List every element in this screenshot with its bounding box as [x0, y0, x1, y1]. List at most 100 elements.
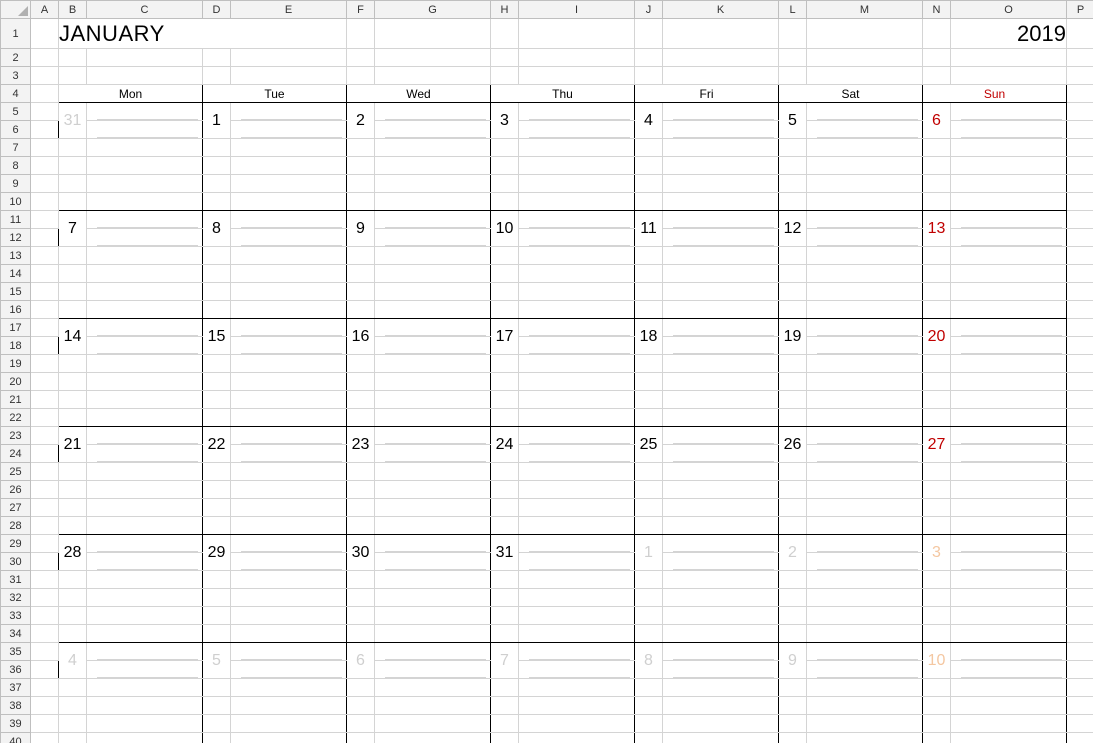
column-header-row[interactable]: A B C D E F G H I J K L M N O P [1, 1, 1093, 19]
calendar-cell[interactable] [59, 679, 87, 697]
calendar-cell[interactable] [375, 103, 491, 121]
row-header-2[interactable]: 2 [1, 49, 31, 67]
col-N[interactable]: N [923, 1, 951, 19]
row-header-38[interactable]: 38 [1, 697, 31, 715]
calendar-cell[interactable] [779, 283, 807, 301]
cell[interactable] [1067, 139, 1093, 157]
calendar-cell[interactable] [807, 697, 923, 715]
calendar-cell[interactable] [807, 715, 923, 733]
calendar-cell[interactable] [375, 481, 491, 499]
calendar-cell[interactable] [779, 139, 807, 157]
row-header-6[interactable]: 6 [1, 121, 31, 139]
row-header-40[interactable]: 40 [1, 733, 31, 743]
cell[interactable] [1067, 463, 1093, 481]
calendar-cell[interactable] [807, 553, 923, 571]
calendar-cell[interactable] [491, 301, 519, 319]
calendar-cell[interactable] [59, 175, 87, 193]
cell[interactable] [59, 67, 87, 85]
calendar-cell[interactable] [519, 265, 635, 283]
calendar-cell[interactable] [491, 517, 519, 535]
calendar-cell[interactable] [951, 121, 1067, 139]
calendar-cell[interactable] [779, 625, 807, 643]
spreadsheet-view[interactable]: A B C D E F G H I J K L M N O P 1JANUARY… [0, 0, 1093, 743]
calendar-cell[interactable] [779, 175, 807, 193]
calendar-cell[interactable] [807, 337, 923, 355]
row-header-7[interactable]: 7 [1, 139, 31, 157]
calendar-cell[interactable] [375, 211, 491, 229]
calendar-cell[interactable] [663, 229, 779, 247]
calendar-cell[interactable] [663, 265, 779, 283]
cell[interactable] [1067, 715, 1093, 733]
cell[interactable] [31, 49, 59, 67]
calendar-cell[interactable] [779, 391, 807, 409]
row-14[interactable]: 14 [1, 265, 1093, 283]
calendar-cell[interactable] [491, 157, 519, 175]
calendar-cell[interactable] [663, 733, 779, 743]
row-19[interactable]: 19 [1, 355, 1093, 373]
calendar-cell[interactable] [231, 247, 347, 265]
calendar-cell[interactable] [951, 589, 1067, 607]
calendar-cell[interactable] [635, 265, 663, 283]
calendar-cell[interactable] [519, 625, 635, 643]
calendar-cell[interactable] [663, 517, 779, 535]
calendar-cell[interactable] [519, 733, 635, 743]
calendar-cell[interactable] [663, 643, 779, 661]
calendar-cell[interactable] [231, 589, 347, 607]
calendar-cell[interactable] [951, 283, 1067, 301]
calendar-cell[interactable] [347, 391, 375, 409]
calendar-cell[interactable] [635, 193, 663, 211]
calendar-cell[interactable] [951, 337, 1067, 355]
calendar-cell[interactable] [807, 373, 923, 391]
calendar-cell[interactable] [807, 319, 923, 337]
calendar-cell[interactable] [807, 229, 923, 247]
cell[interactable] [663, 67, 779, 85]
cell[interactable] [1067, 445, 1093, 463]
cell[interactable] [923, 19, 951, 49]
calendar-cell[interactable] [951, 553, 1067, 571]
row-32[interactable]: 32 [1, 589, 1093, 607]
cell[interactable] [31, 427, 59, 445]
row-1[interactable]: 1JANUARY2019 [1, 19, 1093, 49]
calendar-cell[interactable] [923, 499, 951, 517]
calendar-cell[interactable] [231, 499, 347, 517]
cell[interactable] [31, 337, 59, 355]
cell[interactable] [1067, 157, 1093, 175]
calendar-cell[interactable] [203, 481, 231, 499]
col-H[interactable]: H [491, 1, 519, 19]
calendar-cell[interactable] [491, 607, 519, 625]
calendar-cell[interactable] [491, 499, 519, 517]
calendar-cell[interactable] [87, 157, 203, 175]
calendar-cell[interactable] [519, 373, 635, 391]
cell[interactable] [1067, 319, 1093, 337]
calendar-cell[interactable] [807, 427, 923, 445]
year-label[interactable]: 2019 [951, 19, 1067, 49]
calendar-cell[interactable] [375, 373, 491, 391]
calendar-cell[interactable] [375, 301, 491, 319]
select-all-corner[interactable] [1, 1, 31, 19]
calendar-cell[interactable] [491, 391, 519, 409]
calendar-cell[interactable] [779, 679, 807, 697]
cell[interactable] [1067, 247, 1093, 265]
calendar-cell[interactable] [923, 247, 951, 265]
calendar-cell[interactable] [347, 715, 375, 733]
col-M[interactable]: M [807, 1, 923, 19]
calendar-cell[interactable] [663, 103, 779, 121]
calendar-cell[interactable] [519, 121, 635, 139]
calendar-cell[interactable] [87, 445, 203, 463]
calendar-cell[interactable] [59, 193, 87, 211]
calendar-cell[interactable]: 13 [923, 211, 951, 247]
cell[interactable] [1067, 571, 1093, 589]
calendar-cell[interactable] [951, 733, 1067, 743]
calendar-cell[interactable] [519, 337, 635, 355]
calendar-cell[interactable] [231, 283, 347, 301]
calendar-cell[interactable] [519, 247, 635, 265]
calendar-cell[interactable] [59, 355, 87, 373]
calendar-cell[interactable]: 4 [635, 103, 663, 139]
calendar-cell[interactable] [231, 679, 347, 697]
calendar-cell[interactable]: 10 [923, 643, 951, 679]
cell[interactable] [31, 625, 59, 643]
calendar-cell[interactable] [59, 409, 87, 427]
calendar-cell[interactable] [87, 175, 203, 193]
row-header-3[interactable]: 3 [1, 67, 31, 85]
calendar-cell[interactable] [491, 283, 519, 301]
